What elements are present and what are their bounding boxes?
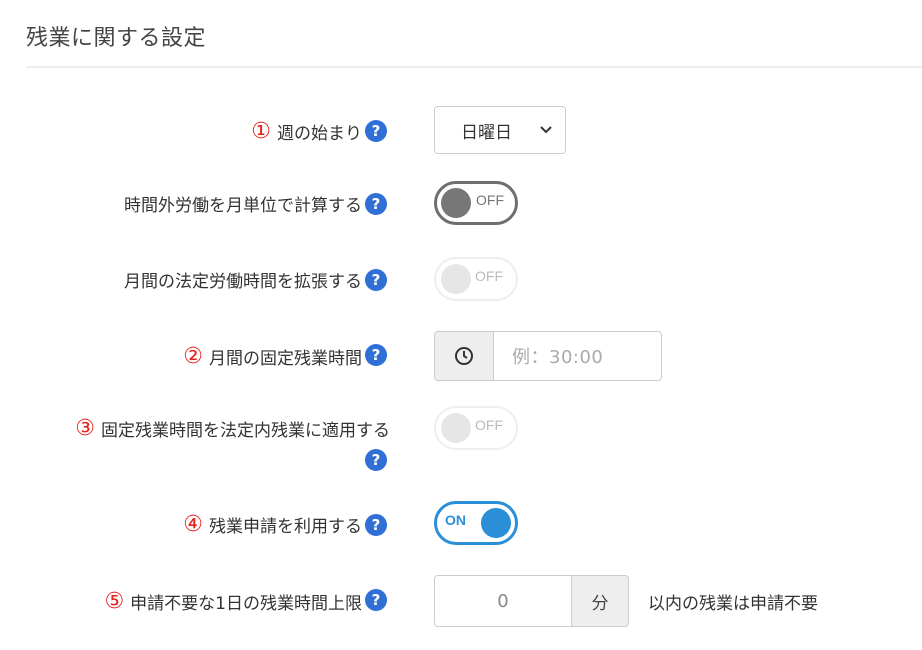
row-number: ② bbox=[183, 343, 203, 369]
row-week-start: ① 週の始まり ? 日曜日 bbox=[0, 106, 922, 156]
row-overtime-request: ④ 残業申請を利用する ? ON bbox=[0, 501, 922, 547]
daily-limit-input-group: 0 分 bbox=[434, 575, 629, 627]
divider bbox=[26, 66, 922, 68]
toggle-knob bbox=[441, 188, 471, 218]
daily-limit-input[interactable]: 0 bbox=[435, 576, 571, 626]
section-title: 残業に関する設定 bbox=[26, 26, 207, 51]
suffix-text: 以内の残業は申請不要 bbox=[648, 594, 818, 614]
question-circle-icon[interactable]: ? bbox=[365, 589, 387, 611]
week-start-select[interactable]: 日曜日 bbox=[434, 106, 566, 154]
toggle-knob bbox=[481, 508, 511, 538]
row-apply-fixed: ③ 固定残業時間を法定内残業に適用する ? OFF bbox=[0, 406, 922, 476]
toggle-state: OFF bbox=[475, 417, 503, 433]
question-circle-icon[interactable]: ? bbox=[365, 514, 387, 536]
chevron-down-icon bbox=[539, 123, 553, 137]
row-label: 週の始まり bbox=[277, 123, 362, 144]
fixed-overtime-input-group: 例：30:00 bbox=[434, 331, 662, 381]
row-label: 固定残業時間を法定内残業に適用する bbox=[101, 421, 390, 441]
question-circle-icon[interactable]: ? bbox=[365, 193, 387, 215]
question-circle-icon[interactable]: ? bbox=[365, 120, 387, 142]
row-label: 申請不要な1日の残業時間上限 bbox=[130, 593, 362, 614]
label-group: 時間外労働を月単位で計算する bbox=[124, 180, 362, 226]
toggle-state: OFF bbox=[475, 268, 503, 284]
question-circle-icon[interactable]: ? bbox=[365, 269, 387, 291]
label-group: ③ 固定残業時間を法定内残業に適用する bbox=[75, 416, 390, 441]
row-number: ③ bbox=[75, 416, 95, 441]
unit-label: 分 bbox=[571, 576, 628, 626]
label-group: 月間の法定労働時間を拡張する bbox=[124, 256, 362, 302]
row-monthly-calc: 時間外労働を月単位で計算する ? OFF bbox=[0, 180, 922, 226]
label-group: ⑤ 申請不要な1日の残業時間上限 bbox=[104, 575, 362, 627]
row-number: ⑤ bbox=[104, 588, 125, 614]
label-group: ④ 残業申請を利用する bbox=[183, 501, 362, 547]
row-label: 時間外労働を月単位で計算する bbox=[124, 195, 362, 216]
toggle-state: ON bbox=[445, 512, 466, 528]
question-circle-icon[interactable]: ? bbox=[365, 449, 387, 471]
row-extend-hours: 月間の法定労働時間を拡張する ? OFF bbox=[0, 256, 922, 302]
row-label: 月間の固定残業時間 bbox=[209, 348, 362, 369]
fixed-overtime-input[interactable]: 例：30:00 bbox=[494, 332, 661, 380]
row-label: 残業申請を利用する bbox=[209, 516, 362, 537]
label-group: ① 週の始まり bbox=[251, 106, 362, 156]
select-value: 日曜日 bbox=[461, 122, 512, 143]
overtime-request-toggle[interactable]: ON bbox=[434, 501, 518, 545]
monthly-calc-toggle[interactable]: OFF bbox=[434, 181, 518, 225]
label-group: ② 月間の固定残業時間 bbox=[183, 331, 362, 381]
toggle-knob bbox=[441, 413, 471, 443]
toggle-knob bbox=[441, 264, 471, 294]
row-label: 月間の法定労働時間を拡張する bbox=[124, 271, 362, 292]
question-circle-icon[interactable]: ? bbox=[365, 344, 387, 366]
extend-hours-toggle[interactable]: OFF bbox=[434, 257, 518, 301]
row-number: ④ bbox=[183, 511, 203, 537]
clock-icon bbox=[435, 332, 494, 380]
toggle-state: OFF bbox=[476, 192, 504, 208]
row-fixed-overtime: ② 月間の固定残業時間 ? 例：30:00 bbox=[0, 331, 922, 381]
apply-fixed-toggle[interactable]: OFF bbox=[434, 406, 518, 450]
row-number: ① bbox=[251, 118, 271, 144]
row-daily-limit: ⑤ 申請不要な1日の残業時間上限 ? 0 分 以内の残業は申請不要 bbox=[0, 575, 922, 627]
